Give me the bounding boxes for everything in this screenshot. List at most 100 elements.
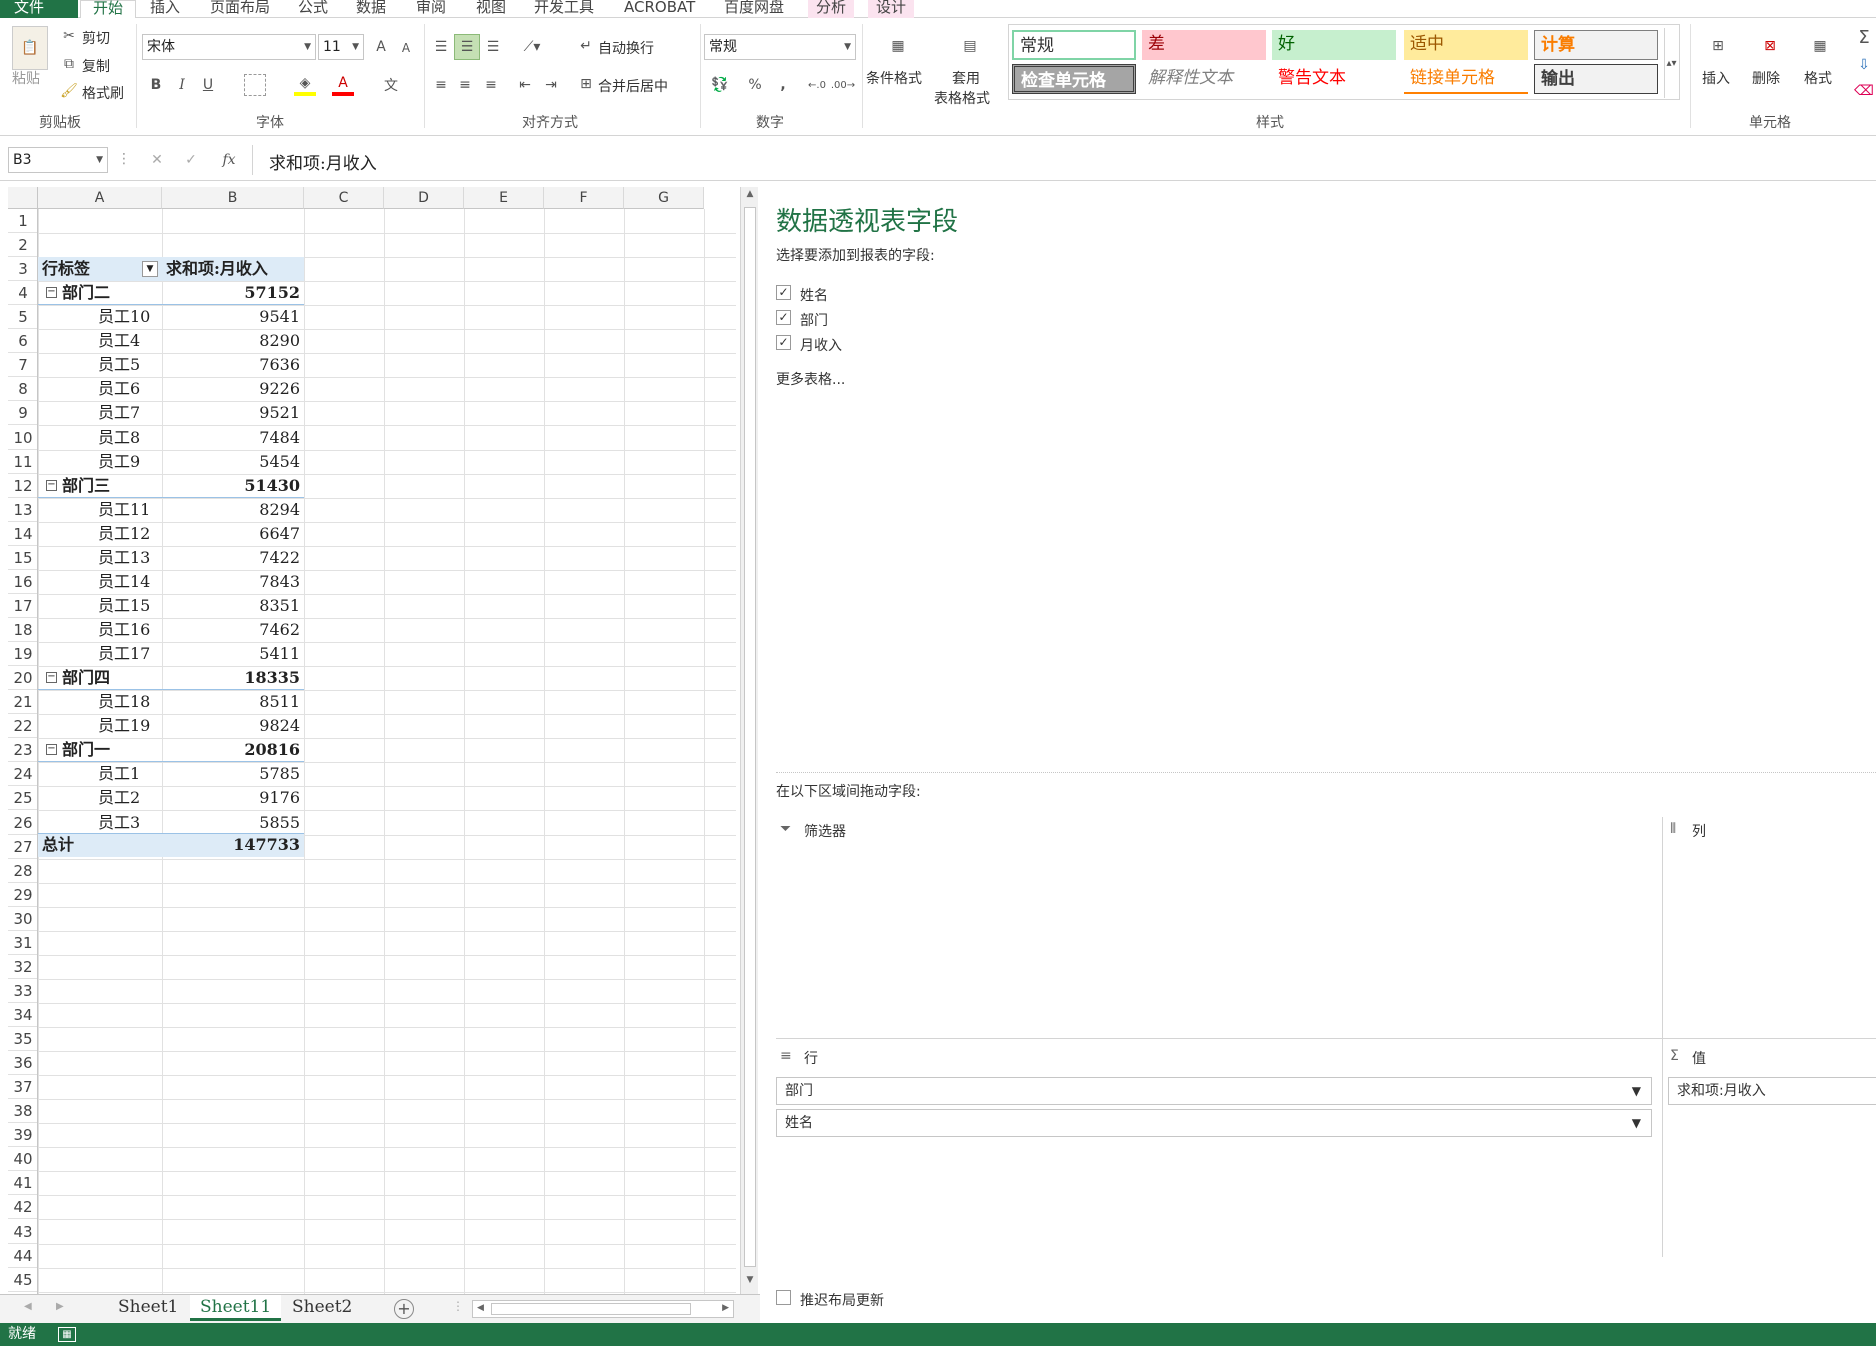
pivot-item-label[interactable]: 员工16	[98, 618, 162, 642]
scroll-right-icon[interactable]: ▶	[722, 1303, 729, 1313]
field-checkbox-dept[interactable]: ✓	[776, 310, 791, 325]
insert-cells-button[interactable]: 插入	[1702, 68, 1730, 88]
pivot-group-value[interactable]: 18335	[166, 666, 300, 690]
pivot-item-label[interactable]: 员工10	[98, 305, 162, 329]
pivot-item-value[interactable]: 5785	[166, 762, 300, 786]
row-header[interactable]: 25	[8, 786, 38, 810]
pivot-item-value[interactable]: 8294	[166, 498, 300, 522]
cancel-icon[interactable]: ✕	[146, 149, 168, 171]
row-header[interactable]: 28	[8, 859, 38, 883]
scroll-thumb[interactable]	[744, 207, 756, 1267]
wrap-text-button[interactable]: 自动换行	[598, 38, 654, 58]
format-cells-button[interactable]: 格式	[1804, 68, 1832, 88]
tab-developer[interactable]: 开发工具	[534, 0, 594, 18]
sheet-tab-sheet2[interactable]: Sheet2	[282, 1295, 362, 1321]
pivot-item-value[interactable]: 9541	[166, 305, 300, 329]
pivot-item-label[interactable]: 员工15	[98, 594, 162, 618]
row-header[interactable]: 19	[8, 642, 38, 666]
pivot-total-label[interactable]: 总计	[42, 833, 142, 857]
row-header[interactable]: 37	[8, 1075, 38, 1099]
row-header[interactable]: 39	[8, 1123, 38, 1147]
sheet-tab-sheet1[interactable]: Sheet1	[108, 1295, 188, 1321]
row-header[interactable]: 2	[8, 233, 38, 257]
row-header[interactable]: 35	[8, 1027, 38, 1051]
pivot-item-value[interactable]: 7636	[166, 353, 300, 377]
column-header-d[interactable]: D	[384, 187, 464, 209]
pivot-item-value[interactable]: 5855	[166, 811, 300, 835]
row-header[interactable]: 24	[8, 762, 38, 786]
format-painter-button[interactable]: 格式刷	[82, 83, 124, 103]
row-header[interactable]: 3	[8, 257, 38, 281]
row-header[interactable]: 13	[8, 498, 38, 522]
prev-sheet-icon[interactable]: ◀	[24, 1301, 32, 1312]
row-header[interactable]: 21	[8, 690, 38, 714]
field-label-income[interactable]: 月收入	[800, 335, 842, 355]
hscroll-thumb[interactable]	[491, 1303, 691, 1315]
pivot-item-label[interactable]: 员工5	[98, 353, 162, 377]
pivot-group-value[interactable]: 20816	[166, 738, 300, 762]
row-header[interactable]: 22	[8, 714, 38, 738]
format-table-button[interactable]: 表格格式	[934, 88, 990, 108]
sheet-tab-sheet11[interactable]: Sheet11	[190, 1295, 282, 1321]
pivot-item-value[interactable]: 9176	[166, 786, 300, 810]
macro-record-icon[interactable]: ▦	[58, 1327, 76, 1342]
column-header-c[interactable]: C	[304, 187, 384, 209]
font-size-combo[interactable]: 11 ▼	[318, 34, 364, 60]
tab-data[interactable]: 数据	[356, 0, 386, 18]
row-header[interactable]: 4	[8, 281, 38, 305]
row-header[interactable]: 14	[8, 522, 38, 546]
increase-decimal-icon[interactable]: ←.0	[806, 74, 828, 96]
decrease-indent-icon[interactable]: ⇤	[514, 74, 536, 96]
collapse-icon[interactable]: −	[46, 672, 57, 683]
clear-icon[interactable]: ⌫	[1854, 80, 1874, 102]
tab-page-layout[interactable]: 页面布局	[210, 0, 270, 18]
pivot-item-value[interactable]: 8511	[166, 690, 300, 714]
grow-font-button[interactable]: A	[370, 36, 392, 58]
row-header[interactable]: 38	[8, 1099, 38, 1123]
pivot-item-value[interactable]: 5411	[166, 642, 300, 666]
row-header[interactable]: 33	[8, 979, 38, 1003]
tab-formulas[interactable]: 公式	[298, 0, 328, 18]
pivot-item-label[interactable]: 员工4	[98, 329, 162, 353]
pivot-item-label[interactable]: 员工6	[98, 377, 162, 401]
pivot-item-value[interactable]: 7462	[166, 618, 300, 642]
tab-design[interactable]: 设计	[868, 0, 915, 18]
row-header[interactable]: 30	[8, 907, 38, 931]
collapse-icon[interactable]: −	[46, 480, 57, 491]
row-header[interactable]: 36	[8, 1051, 38, 1075]
gallery-scroll-icon[interactable]: ▴▾	[1664, 28, 1678, 98]
scroll-down-icon[interactable]: ▼	[743, 1275, 757, 1289]
row-header[interactable]: 15	[8, 546, 38, 570]
enter-icon[interactable]: ✓	[180, 149, 202, 171]
pivot-item-label[interactable]: 员工18	[98, 690, 162, 714]
align-right-icon[interactable]: ≡	[480, 74, 502, 96]
row-header[interactable]: 8	[8, 377, 38, 401]
shrink-font-button[interactable]: A	[396, 38, 416, 58]
pivot-group-label[interactable]: 部门二	[62, 281, 162, 305]
field-checkbox-name[interactable]: ✓	[776, 285, 791, 300]
scroll-up-icon[interactable]: ▲	[743, 189, 757, 203]
paste-icon[interactable]: 📋	[12, 26, 48, 70]
collapse-icon[interactable]: −	[46, 287, 57, 298]
add-sheet-icon[interactable]: +	[394, 1299, 414, 1319]
row-header[interactable]: 26	[8, 811, 38, 835]
conditional-format-button[interactable]: 条件格式	[866, 68, 922, 88]
row-header[interactable]: 32	[8, 955, 38, 979]
row-header[interactable]: 12	[8, 474, 38, 498]
percent-button[interactable]: %	[744, 74, 766, 96]
pivot-item-label[interactable]: 员工8	[98, 426, 162, 450]
pivot-item-label[interactable]: 员工7	[98, 401, 162, 425]
tab-analyze[interactable]: 分析	[808, 0, 855, 18]
pivot-item-value[interactable]: 6647	[166, 522, 300, 546]
border-icon[interactable]	[244, 74, 266, 96]
column-header-g[interactable]: G	[624, 187, 704, 209]
align-center-icon[interactable]: ≡	[454, 74, 476, 96]
font-color-button[interactable]: A	[332, 74, 354, 96]
style-warning[interactable]: 警告文本	[1272, 64, 1396, 94]
pivot-item-value[interactable]: 9521	[166, 401, 300, 425]
row-field-dept[interactable]: 部门 ▼	[776, 1077, 1652, 1105]
row-header[interactable]: 43	[8, 1220, 38, 1244]
horizontal-scrollbar[interactable]: ◀ ▶	[472, 1300, 734, 1318]
row-header[interactable]: 17	[8, 594, 38, 618]
underline-button[interactable]: U	[198, 74, 218, 96]
